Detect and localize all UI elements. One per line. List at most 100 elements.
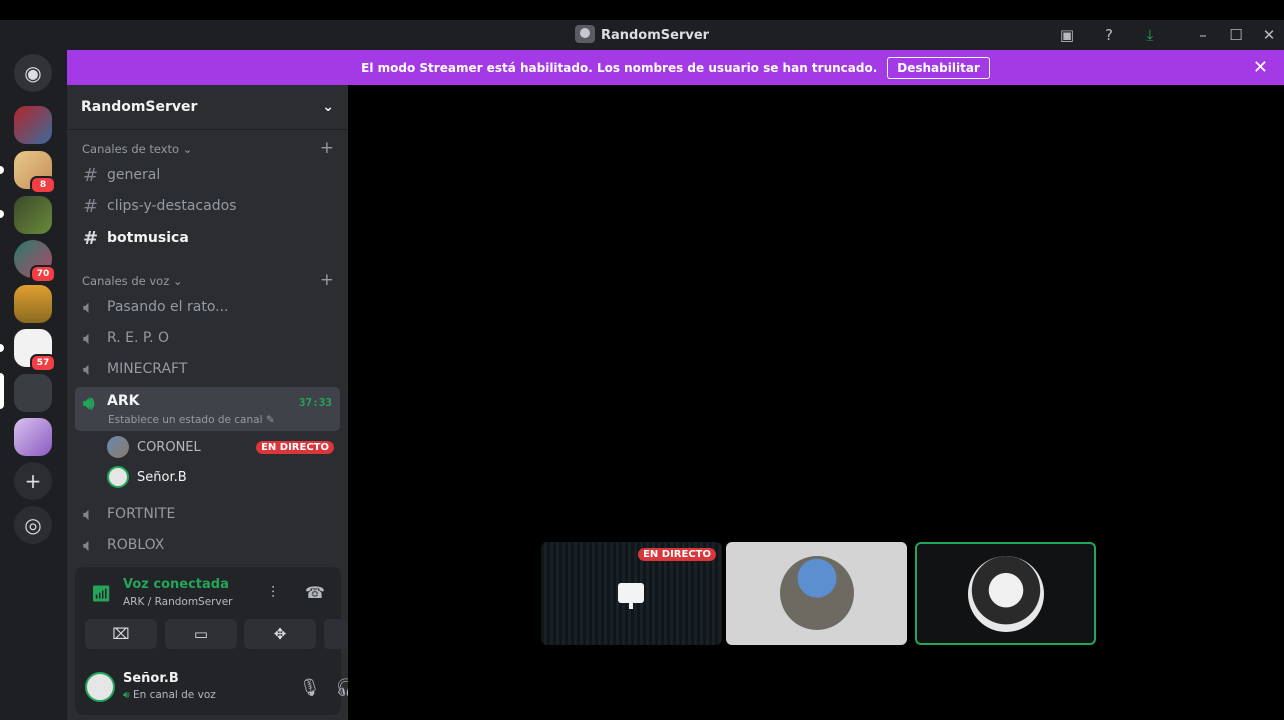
chevron-down-icon: ⌄ [322, 99, 334, 115]
server-item-5[interactable] [14, 285, 52, 323]
inbox-icon[interactable]: ▣ [1055, 24, 1079, 46]
maximize-button[interactable]: ☐ [1224, 24, 1248, 46]
channel-label: clips-y-destacados [107, 198, 237, 214]
speaker-icon: 🔈︎ [83, 358, 94, 380]
speaker-icon: 🔈︎ [83, 327, 94, 349]
channel-clips-y-destacados[interactable]: # clips-y-destacados [75, 191, 340, 221]
speaker-icon: 🔈︎ [83, 296, 94, 318]
mention-badge: 57 [30, 354, 56, 372]
category-label: Canales de texto [82, 142, 180, 156]
signal-icon[interactable]: 📶︎ [91, 584, 111, 603]
voice-channel-pasando[interactable]: 🔈︎ Pasando el rato... [75, 292, 340, 322]
user-status: 🔊︎ En canal de voz [123, 689, 216, 702]
server-item-4[interactable]: 70 [14, 240, 56, 283]
help-icon[interactable]: ? [1097, 24, 1121, 46]
disconnect-icon[interactable]: ☎ [305, 583, 325, 602]
close-window-button[interactable]: ✕ [1257, 24, 1281, 46]
voice-location[interactable]: ARK / RandomServer [123, 596, 232, 608]
server-rail: ◉ 8 70 57 + ◎ [0, 50, 67, 720]
call-timer: 37:33 [298, 396, 332, 409]
user-status-text: En canal de voz [132, 689, 216, 701]
server-item-3[interactable] [14, 196, 52, 234]
camera-off-icon: ⌧ [112, 625, 130, 643]
voice-channel-fortnite[interactable]: 🔈︎ FORTNITE [75, 499, 340, 529]
channel-general[interactable]: # general [75, 160, 340, 190]
category-text-channels[interactable]: Canales de texto ⌄ + [82, 140, 334, 157]
hash-icon: # [83, 227, 99, 249]
participant-tile-coronel[interactable] [726, 542, 907, 645]
channel-label: FORTNITE [107, 506, 176, 522]
server-item-2[interactable]: 8 [14, 151, 56, 194]
add-channel-icon[interactable]: + [320, 272, 334, 289]
discover-icon[interactable]: ◎ [14, 506, 52, 544]
unread-pill [0, 166, 4, 174]
activities-icon: ✥ [273, 625, 287, 643]
avatar [780, 556, 854, 630]
speaker-icon: 🔊︎ [83, 393, 95, 414]
voice-channel-repo[interactable]: 🔈︎ R. E. P. O [75, 323, 340, 353]
voice-stage: EN DIRECTO [348, 85, 1284, 720]
server-item-randomserver[interactable] [14, 374, 52, 412]
unread-pill [0, 344, 4, 352]
add-server-icon[interactable]: + [14, 462, 52, 500]
discord-home-icon[interactable]: ◉ [14, 54, 52, 92]
share-screen-button[interactable]: ▭ [165, 619, 237, 649]
close-banner-icon[interactable]: ✕ [1253, 57, 1268, 78]
category-label: Canales de voz [82, 274, 170, 288]
server-item-8[interactable] [14, 418, 52, 456]
stream-tile[interactable]: EN DIRECTO [541, 542, 722, 645]
unread-pill [0, 210, 4, 218]
server-item-6[interactable]: 57 [14, 329, 56, 372]
user-area: Señor.B 🔊︎ En canal de voz 🎙︎ 🎧︎ ⚙ [75, 658, 386, 715]
title-bar: RandomServer ▣ ? ⤓ – ☐ ✕ [0, 0, 1284, 50]
camera-off-button[interactable]: ⌧ [85, 619, 157, 649]
pencil-icon: ✎ [265, 414, 275, 426]
channel-sidebar: RandomServer ⌄ Canales de texto ⌄ + # gen… [67, 85, 396, 720]
voice-user-senor-b[interactable]: Señor.B [107, 464, 334, 490]
category-voice-channels[interactable]: Canales de voz ⌄ + [82, 272, 334, 289]
avatar [107, 466, 129, 488]
user-name[interactable]: Señor.B [123, 671, 179, 686]
minimize-button[interactable]: – [1191, 24, 1215, 46]
voice-user-coronel[interactable]: CORONEL EN DIRECTO [107, 434, 334, 460]
live-badge: EN DIRECTO [638, 548, 716, 561]
streamer-mode-banner: El modo Streamer está habilitado. Los no… [67, 50, 1284, 85]
server-item-1[interactable] [14, 106, 52, 144]
voice-status[interactable]: Voz conectada [123, 577, 229, 592]
selected-pill [0, 373, 4, 409]
participant-tile-senor-b[interactable] [915, 542, 1096, 645]
disable-streamer-button[interactable]: Deshabilitar [887, 56, 990, 79]
live-badge: EN DIRECTO [256, 440, 334, 454]
channel-label: R. E. P. O [107, 330, 170, 346]
channel-status-hint[interactable]: Establece un estado de canal ✎ [108, 414, 275, 426]
speaker-icon: 🔈︎ [83, 534, 94, 556]
noise-suppression-icon[interactable]: ⫶ [271, 583, 275, 603]
activities-button[interactable]: ✥ [244, 619, 316, 649]
avatar [968, 556, 1044, 632]
user-avatar[interactable] [85, 672, 115, 702]
download-icon[interactable]: ⤓ [1138, 24, 1162, 46]
voice-panel: 📶︎ Voz conectada ARK / RandomServer ⫶ ☎ … [75, 567, 396, 715]
server-icon [574, 25, 595, 43]
voice-channel-minecraft[interactable]: 🔈︎ MINECRAFT [75, 354, 340, 384]
channel-label: ARK [107, 393, 140, 409]
hash-icon: # [83, 195, 99, 217]
channel-label: general [107, 167, 161, 183]
channel-label: botmusica [107, 230, 189, 246]
channel-label: MINECRAFT [107, 361, 188, 377]
hash-icon: # [83, 164, 99, 186]
add-channel-icon[interactable]: + [320, 140, 334, 157]
channel-botmusica[interactable]: # botmusica [75, 223, 340, 253]
screen-share-icon: ▭ [193, 625, 209, 643]
voice-channel-ark[interactable]: 🔊︎ ARK 37:33 Establece un estado de cana… [75, 387, 340, 431]
speaker-icon: 🔈︎ [83, 503, 94, 525]
status-hint-text: Establece un estado de canal [108, 414, 263, 426]
window-title-text: RandomServer [600, 28, 710, 43]
voice-user-name: Señor.B [137, 469, 187, 485]
microphone-icon[interactable]: 🎙︎ [299, 678, 321, 698]
voice-channel-roblox[interactable]: 🔈︎ ROBLOX [75, 530, 340, 560]
channel-label: Pasando el rato... [107, 299, 229, 315]
avatar [107, 436, 129, 458]
server-header[interactable]: RandomServer ⌄ [67, 85, 348, 130]
mention-badge: 8 [30, 176, 56, 194]
